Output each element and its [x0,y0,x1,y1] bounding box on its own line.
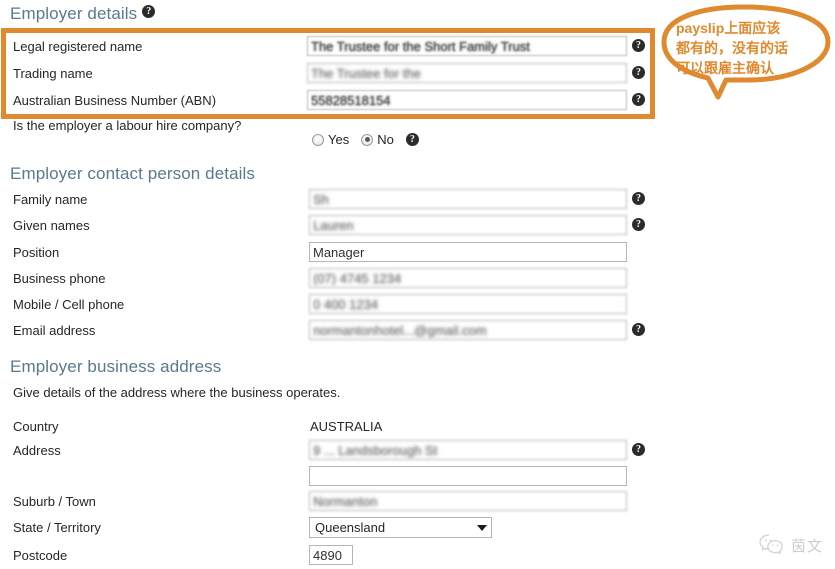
labour-hire-yes-label: Yes [328,132,350,147]
labour-hire-no-label: No [377,132,394,147]
abn-label: Australian Business Number (ABN) [13,93,217,108]
chevron-down-icon[interactable] [477,524,487,531]
suburb-label: Suburb / Town [13,494,96,509]
mobile-phone-label: Mobile / Cell phone [13,297,125,312]
family-name-label: Family name [13,192,88,207]
annotation-speech-bubble: payslip上面应该 都有的，没有的话 可以跟雇主确认 [656,2,834,112]
position-label: Position [13,245,60,260]
address-line2-input[interactable] [309,466,627,486]
state-territory-label: State / Territory [13,520,101,535]
state-territory-value: Queensland [315,520,386,535]
labour-hire-help-icon[interactable]: ? [405,133,419,146]
given-names-help-icon[interactable]: ? [632,218,645,231]
business-phone-label: Business phone [13,271,106,286]
question-mark-icon[interactable]: ? [142,5,156,18]
trading-name-label: Trading name [13,66,93,81]
labour-hire-question-label: Is the employer a labour hire company? [13,118,242,133]
email-address-help-icon[interactable]: ? [632,323,645,336]
wechat-icon [759,534,783,555]
legal-registered-name-input[interactable] [307,36,627,56]
family-name-input[interactable] [309,189,627,209]
watermark-label: 茵文 [790,536,823,555]
address-line1-input[interactable] [309,440,627,460]
address-label: Address [13,443,61,458]
annotation-line-3: 可以跟雇主确认 [676,60,774,76]
state-territory-select[interactable]: Queensland [309,517,492,538]
suburb-input[interactable] [309,491,627,511]
watermark: 茵文 [759,534,823,556]
annotation-line-1: payslip上面应该 [676,20,781,36]
email-address-input[interactable] [309,320,627,340]
address-help-icon[interactable]: ? [632,443,645,456]
employer-details-heading-text: Employer details [10,4,138,23]
email-address-label: Email address [13,323,96,338]
business-address-subtext: Give details of the address where the bu… [13,385,341,400]
mobile-phone-input[interactable] [309,294,627,314]
abn-input[interactable] [307,90,627,110]
country-label: Country [13,419,59,434]
abn-help-icon[interactable]: ? [632,93,645,106]
legal-registered-name-help-icon[interactable]: ? [632,39,645,52]
legal-registered-name-label: Legal registered name [13,39,143,54]
postcode-input[interactable] [309,545,353,565]
annotation-text: payslip上面应该 都有的，没有的话 可以跟雇主确认 [676,18,818,78]
trading-name-help-icon[interactable]: ? [632,66,645,79]
family-name-help-icon[interactable]: ? [632,192,645,205]
postcode-label: Postcode [13,548,68,563]
position-input[interactable] [309,242,627,262]
given-names-label: Given names [13,218,90,233]
business-address-heading: Employer business address [10,357,222,376]
labour-hire-radio-group[interactable]: Yes No ? [312,132,419,147]
contact-person-heading: Employer contact person details [10,164,256,183]
employer-details-heading: Employer details? [10,4,156,24]
annotation-line-2: 都有的，没有的话 [676,40,788,56]
labour-hire-no-radio[interactable] [361,133,374,146]
given-names-input[interactable] [309,215,627,235]
form-page: Employer details? Legal registered name … [0,0,835,569]
country-value: AUSTRALIA [310,419,383,434]
labour-hire-yes-radio[interactable] [312,133,324,146]
business-phone-input[interactable] [309,268,627,288]
trading-name-input[interactable] [307,63,627,83]
